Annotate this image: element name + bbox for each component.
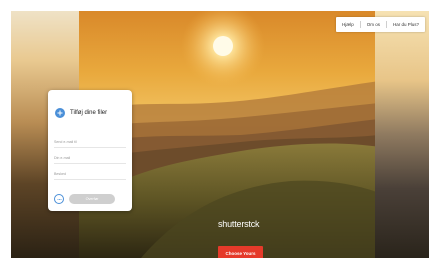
choose-yours-button[interactable]: Choose Yours xyxy=(218,246,263,258)
field-placeholder: Besked xyxy=(54,171,66,176)
top-nav: Hjælp Om os Har du Plus? xyxy=(335,17,425,32)
upload-card: Tilføj dine filer Send e-mail til Din e-… xyxy=(48,90,132,211)
brand-wordmark: shutterst xyxy=(218,219,251,229)
transfer-button[interactable]: Overfør xyxy=(69,194,115,204)
nav-link-help[interactable]: Hjælp xyxy=(342,22,354,27)
add-files-button[interactable] xyxy=(55,108,65,118)
nav-divider xyxy=(359,21,361,28)
card-header: Tilføj dine filer xyxy=(55,108,107,118)
options-button[interactable] xyxy=(54,194,64,204)
field-placeholder: Din e-mail xyxy=(54,155,71,160)
recipient-email-field[interactable]: Send e-mail til xyxy=(54,136,126,148)
sender-email-field[interactable]: Din e-mail xyxy=(54,152,126,164)
right-panel-photo xyxy=(375,11,429,258)
browser-viewport: Hjælp Om os Har du Plus? Tilføj dine fil… xyxy=(11,11,429,258)
card-footer: Overfør xyxy=(54,194,115,204)
nav-divider xyxy=(385,21,387,28)
brand-wordmark-tail: ck xyxy=(250,219,260,229)
plus-icon xyxy=(57,110,63,116)
more-options-icon xyxy=(57,198,61,200)
nav-link-about[interactable]: Om os xyxy=(367,22,380,27)
message-field[interactable]: Besked xyxy=(54,168,126,180)
card-title: Tilføj dine filer xyxy=(70,110,108,116)
field-placeholder: Send e-mail til xyxy=(54,139,77,144)
shutterstock-logo: shutterstck xyxy=(218,219,260,229)
nav-link-plus[interactable]: Har du Plus? xyxy=(393,22,419,27)
